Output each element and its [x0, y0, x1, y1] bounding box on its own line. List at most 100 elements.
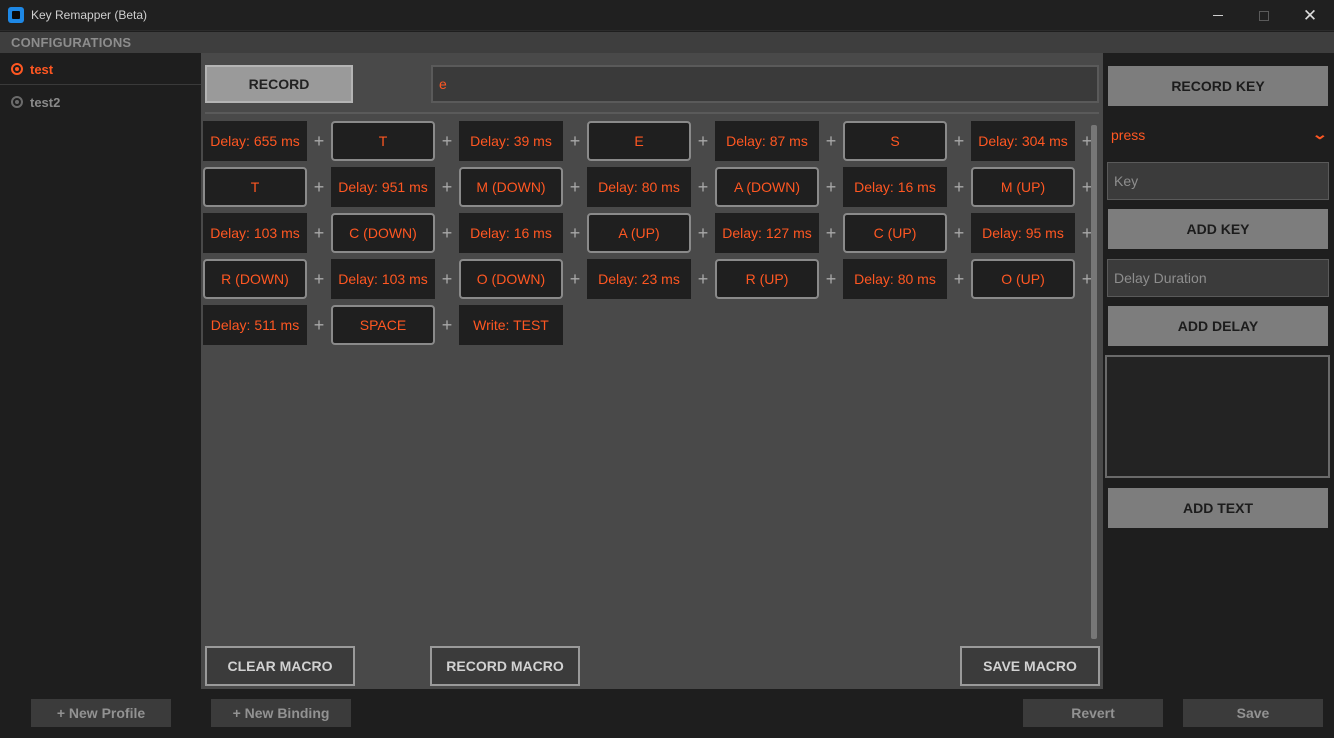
- insert-step-plus-icon[interactable]: +: [437, 213, 457, 253]
- macro-key-step[interactable]: M (DOWN): [459, 167, 563, 207]
- macro-key-step[interactable]: C (DOWN): [331, 213, 435, 253]
- record-macro-button[interactable]: RECORD MACRO: [430, 646, 580, 686]
- save-macro-button[interactable]: SAVE MACRO: [960, 646, 1100, 686]
- add-key-button[interactable]: ADD KEY: [1108, 209, 1328, 249]
- macro-delay-step[interactable]: Delay: 103 ms: [203, 213, 307, 253]
- insert-step-plus-icon[interactable]: +: [821, 213, 841, 253]
- macro-delay-step[interactable]: Delay: 304 ms: [971, 121, 1075, 161]
- insert-step-plus-icon[interactable]: +: [565, 167, 585, 207]
- macro-key-step[interactable]: C (UP): [843, 213, 947, 253]
- insert-step-plus-icon[interactable]: +: [693, 259, 713, 299]
- macro-key-step[interactable]: M (UP): [971, 167, 1075, 207]
- macro-delay-step[interactable]: Delay: 16 ms: [459, 213, 563, 253]
- app-icon: [8, 7, 24, 23]
- radio-selected-icon[interactable]: [11, 63, 23, 75]
- insert-step-plus-icon[interactable]: +: [309, 121, 329, 161]
- insert-step-plus-icon[interactable]: +: [821, 259, 841, 299]
- insert-step-plus-icon[interactable]: +: [309, 305, 329, 345]
- insert-step-plus-icon[interactable]: +: [437, 259, 457, 299]
- macro-delay-step[interactable]: Delay: 511 ms: [203, 305, 307, 345]
- macro-editor: RECORD e Delay: 655 ms + T + Delay: 39 ms + E +…: [201, 53, 1103, 689]
- profile-sidebar: test test2: [0, 53, 201, 693]
- close-button[interactable]: ✕: [1287, 0, 1333, 31]
- macro-key-step[interactable]: SPACE: [331, 305, 435, 345]
- record-button[interactable]: RECORD: [205, 65, 353, 103]
- macro-key-step[interactable]: T: [331, 121, 435, 161]
- minimize-button[interactable]: [1195, 0, 1241, 31]
- close-icon: ✕: [1302, 6, 1318, 25]
- window-title: Key Remapper (Beta): [31, 8, 148, 22]
- insert-step-plus-icon[interactable]: +: [949, 259, 969, 299]
- insert-step-plus-icon[interactable]: +: [565, 259, 585, 299]
- radio-unselected-icon[interactable]: [11, 96, 23, 108]
- insert-step-plus-icon[interactable]: +: [949, 167, 969, 207]
- clear-macro-button[interactable]: CLEAR MACRO: [205, 646, 355, 686]
- configurations-header: CONFIGURATIONS: [0, 32, 1334, 53]
- minimize-icon: [1213, 15, 1223, 16]
- key-mode-select[interactable]: press ⌄: [1108, 117, 1328, 153]
- profile-label: test2: [30, 95, 61, 110]
- macro-key-step[interactable]: O (UP): [971, 259, 1075, 299]
- macro-key-step[interactable]: O (DOWN): [459, 259, 563, 299]
- macro-key-step[interactable]: A (DOWN): [715, 167, 819, 207]
- macro-key-step[interactable]: S: [843, 121, 947, 161]
- macro-delay-step[interactable]: Delay: 23 ms: [587, 259, 691, 299]
- macro-delay-step[interactable]: Write: TEST: [459, 305, 563, 345]
- insert-step-plus-icon[interactable]: +: [693, 167, 713, 207]
- macro-delay-step[interactable]: Delay: 95 ms: [971, 213, 1075, 253]
- insert-step-plus-icon[interactable]: +: [309, 167, 329, 207]
- insert-step-plus-icon[interactable]: +: [437, 305, 457, 345]
- insert-step-plus-icon[interactable]: +: [437, 121, 457, 161]
- macro-steps-list: Delay: 655 ms + T + Delay: 39 ms + E + Delay: 87…: [203, 121, 1092, 641]
- delay-duration-input[interactable]: Delay Duration: [1107, 259, 1329, 297]
- macro-key-step[interactable]: A (UP): [587, 213, 691, 253]
- macro-delay-step[interactable]: Delay: 16 ms: [843, 167, 947, 207]
- macro-delay-step[interactable]: Delay: 80 ms: [587, 167, 691, 207]
- title-bar: Key Remapper (Beta) ✕: [0, 0, 1334, 31]
- profile-item-test2[interactable]: test2: [0, 86, 201, 118]
- insert-step-plus-icon[interactable]: +: [437, 167, 457, 207]
- macro-delay-step[interactable]: Delay: 103 ms: [331, 259, 435, 299]
- macro-delay-step[interactable]: Delay: 80 ms: [843, 259, 947, 299]
- new-profile-button[interactable]: + New Profile: [31, 699, 171, 727]
- recorded-key-field[interactable]: e: [431, 65, 1099, 103]
- save-button[interactable]: Save: [1183, 699, 1323, 727]
- macro-delay-step[interactable]: Delay: 127 ms: [715, 213, 819, 253]
- action-panel: RECORD KEY press ⌄ Key ADD KEY Delay Dur…: [1103, 53, 1334, 693]
- insert-step-plus-icon[interactable]: +: [565, 213, 585, 253]
- insert-step-plus-icon[interactable]: +: [693, 213, 713, 253]
- macro-key-step[interactable]: T: [203, 167, 307, 207]
- macro-delay-step[interactable]: Delay: 951 ms: [331, 167, 435, 207]
- macro-key-step[interactable]: E: [587, 121, 691, 161]
- insert-step-plus-icon[interactable]: +: [949, 121, 969, 161]
- insert-step-plus-icon[interactable]: +: [309, 259, 329, 299]
- macro-delay-step[interactable]: Delay: 39 ms: [459, 121, 563, 161]
- insert-step-plus-icon[interactable]: +: [565, 121, 585, 161]
- key-input[interactable]: Key: [1107, 162, 1329, 200]
- macro-delay-step[interactable]: Delay: 87 ms: [715, 121, 819, 161]
- insert-step-plus-icon[interactable]: +: [821, 121, 841, 161]
- key-mode-value: press: [1111, 127, 1146, 143]
- record-key-button[interactable]: RECORD KEY: [1108, 66, 1328, 106]
- footer-bar: + New Profile + New Binding Revert Save: [0, 693, 1334, 738]
- configurations-title: CONFIGURATIONS: [11, 35, 132, 50]
- macro-delay-step[interactable]: Delay: 655 ms: [203, 121, 307, 161]
- chevron-down-icon: ⌄: [1311, 126, 1329, 142]
- macro-key-step[interactable]: R (UP): [715, 259, 819, 299]
- insert-step-plus-icon[interactable]: +: [821, 167, 841, 207]
- divider: [205, 112, 1099, 114]
- text-input-area[interactable]: [1105, 355, 1330, 478]
- add-delay-button[interactable]: ADD DELAY: [1108, 306, 1328, 346]
- insert-step-plus-icon[interactable]: +: [693, 121, 713, 161]
- insert-step-plus-icon[interactable]: +: [949, 213, 969, 253]
- maximize-icon: [1259, 10, 1269, 21]
- new-binding-button[interactable]: + New Binding: [211, 699, 351, 727]
- macro-key-step[interactable]: R (DOWN): [203, 259, 307, 299]
- insert-step-plus-icon[interactable]: +: [309, 213, 329, 253]
- profile-label: test: [30, 62, 54, 77]
- maximize-button[interactable]: [1241, 0, 1287, 31]
- add-text-button[interactable]: ADD TEXT: [1108, 488, 1328, 528]
- revert-button[interactable]: Revert: [1023, 699, 1163, 727]
- macro-scrollbar[interactable]: [1091, 125, 1097, 639]
- profile-item-test[interactable]: test: [0, 53, 201, 85]
